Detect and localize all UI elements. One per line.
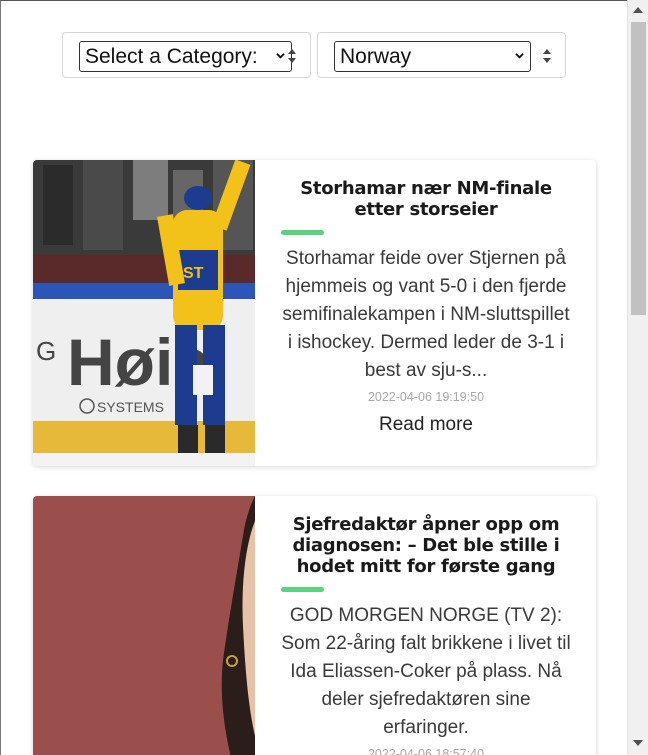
- scroll-up-icon[interactable]: [633, 7, 643, 13]
- article-excerpt: GOD MORGEN NORGE (TV 2): Som 22-åring fa…: [281, 605, 571, 738]
- scrollbar-thumb[interactable]: [631, 22, 646, 315]
- sort-arrows-icon: [288, 49, 296, 63]
- hockey-player-image: G Høia SYSTEMS ST: [33, 160, 255, 466]
- category-filter: Select a Category:: [62, 32, 311, 78]
- read-more-link[interactable]: Read more: [275, 414, 577, 436]
- article-card[interactable]: G Høia SYSTEMS ST Storhamar nær NM-final…: [33, 160, 596, 466]
- title-accent-bar: [281, 230, 324, 235]
- sort-arrows-icon: [543, 49, 551, 63]
- vertical-scrollbar[interactable]: [627, 0, 648, 755]
- country-filter: Norway: [317, 32, 566, 78]
- title-accent-bar: [281, 587, 324, 592]
- article-content: Storhamar nær NM-finale etter storseier …: [275, 160, 577, 436]
- image-jersey-text: ST: [183, 265, 204, 282]
- scroll-down-icon[interactable]: [633, 740, 643, 746]
- article-date: 2022-04-06 19:19:50: [367, 390, 485, 404]
- article-title[interactable]: Storhamar nær NM-finale etter storseier: [275, 178, 577, 220]
- article-image[interactable]: [33, 496, 255, 755]
- category-select-value: Select a Category:: [85, 45, 258, 68]
- article-title[interactable]: Sjefredaktør åpner opp om diagnosen: – D…: [275, 514, 577, 577]
- image-sign-g: G: [36, 336, 56, 366]
- image-systems-text: SYSTEMS: [97, 399, 164, 415]
- country-select[interactable]: Norway: [334, 41, 531, 72]
- chevron-down-icon: [515, 53, 524, 59]
- article-image[interactable]: G Høia SYSTEMS ST: [33, 160, 255, 466]
- portrait-image: [33, 496, 255, 755]
- article-content: Sjefredaktør åpner opp om diagnosen: – D…: [275, 496, 577, 755]
- article-excerpt: Storhamar feide over Stjernen på hjemmei…: [282, 248, 570, 381]
- article-date: 2022-04-06 18:57:40: [367, 747, 485, 755]
- page-viewport: Select a Category: Norway G Høia SYSTEMS…: [0, 0, 627, 755]
- article-card[interactable]: Sjefredaktør åpner opp om diagnosen: – D…: [33, 496, 596, 755]
- category-select[interactable]: Select a Category:: [79, 41, 292, 72]
- country-select-value: Norway: [340, 45, 412, 68]
- chevron-down-icon: [276, 53, 285, 59]
